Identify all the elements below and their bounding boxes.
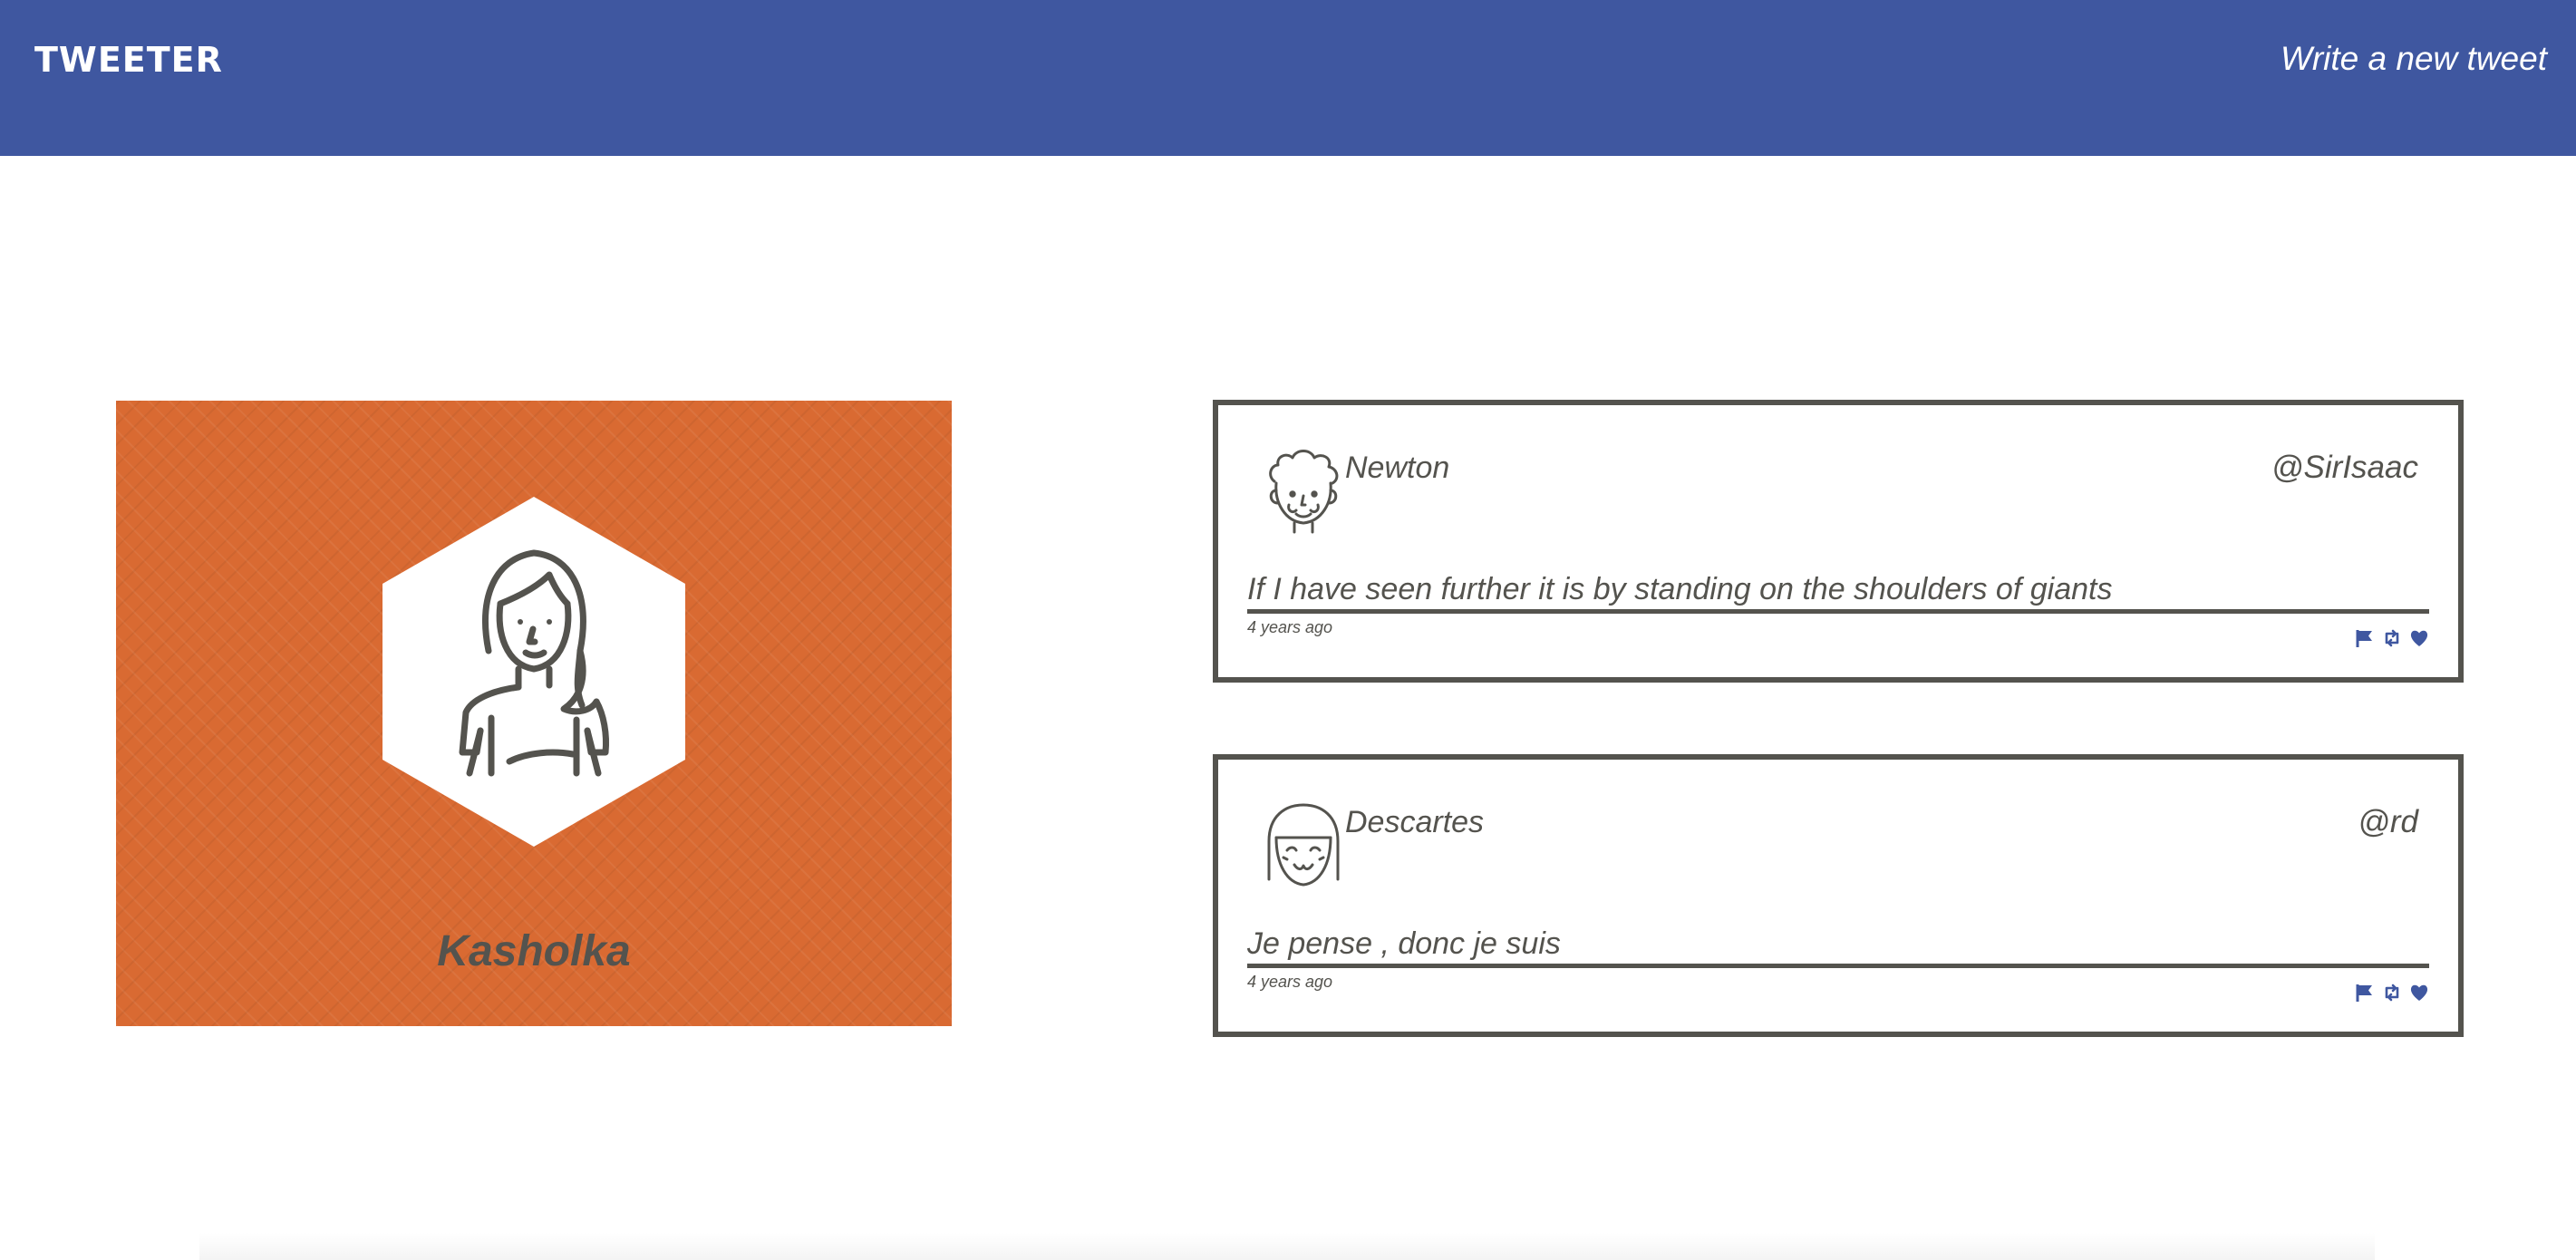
tweet-author-name[interactable]: Descartes (1345, 803, 1484, 841)
footer-shadow (199, 1233, 2375, 1260)
tweet-timestamp: 4 years ago (1247, 973, 1333, 991)
heart-icon[interactable] (2409, 628, 2429, 648)
tweet-content: If I have seen further it is by standing… (1247, 570, 2429, 614)
tweet-author-handle[interactable]: @rd (2358, 803, 2418, 841)
tweet-author-handle[interactable]: @SirIsaac (2271, 449, 2418, 487)
flag-icon[interactable] (2355, 983, 2375, 1003)
bob-haired-woman-avatar-icon (1267, 803, 1340, 887)
heart-icon[interactable] (2409, 983, 2429, 1003)
tweet-actions (2355, 983, 2429, 1003)
curly-haired-man-avatar-icon (1269, 450, 1339, 534)
tweet-author-name[interactable]: Newton (1345, 449, 1449, 487)
profile-name: Kasholka (437, 927, 631, 975)
tweet-content: Je pense , donc je suis (1247, 925, 2429, 968)
profile-avatar (383, 497, 685, 847)
tweet-actions (2355, 628, 2429, 648)
profile-card: Kasholka (116, 401, 952, 1026)
navbar: TWEETER Write a new tweet (0, 0, 2576, 156)
retweet-icon[interactable] (2382, 628, 2402, 648)
write-new-tweet-link[interactable]: Write a new tweet (2281, 38, 2547, 80)
tweet-timestamp: 4 years ago (1247, 618, 1333, 636)
flag-icon[interactable] (2355, 628, 2375, 648)
retweet-icon[interactable] (2382, 983, 2402, 1003)
brand-logo[interactable]: TWEETER (34, 40, 223, 80)
tweet-card: Newton @SirIsaac If I have seen further … (1213, 400, 2464, 683)
tweet-card: Descartes @rd Je pense , donc je suis 4 … (1213, 754, 2464, 1037)
